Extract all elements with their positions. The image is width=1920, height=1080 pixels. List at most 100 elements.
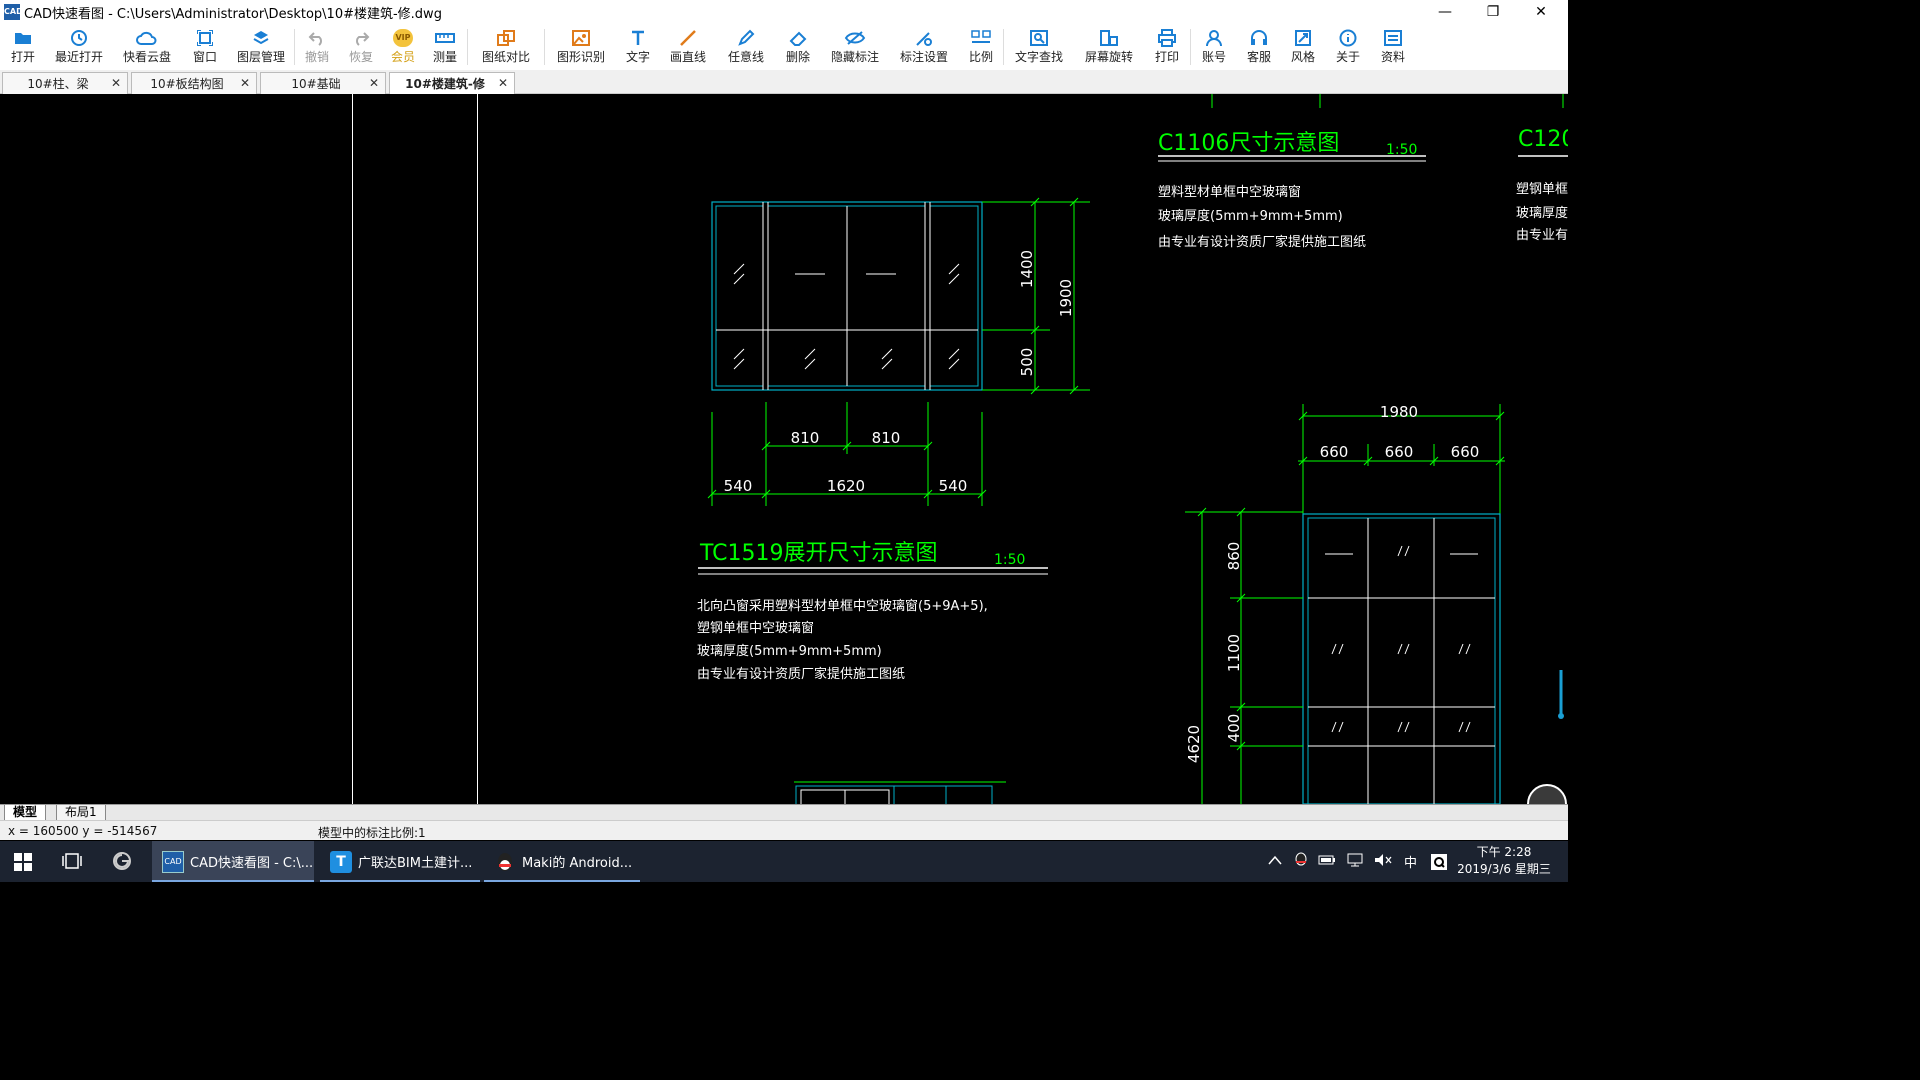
dim-1900: 1900: [1057, 279, 1075, 317]
account-label: 账号: [1201, 50, 1226, 64]
cad-app-icon: CAD: [162, 850, 184, 873]
redo-button[interactable]: 恢复: [339, 24, 383, 70]
tray-expand-icon[interactable]: [1268, 854, 1282, 869]
delete-button[interactable]: 删除: [775, 24, 821, 70]
scale-button[interactable]: 比例: [959, 24, 1003, 70]
about-button[interactable]: 关于: [1325, 24, 1371, 70]
hide-dim-button[interactable]: 隐藏标注: [821, 24, 889, 70]
resources-label: 资料: [1380, 50, 1405, 64]
app-icon: CAD: [4, 4, 23, 20]
window-label: 窗口: [192, 50, 217, 64]
cad-drawing: 1400 500 1900 810 810 540 1620 540 TC151…: [352, 94, 1594, 807]
minimize-button[interactable]: —: [1422, 0, 1468, 24]
taskbar-item-bim[interactable]: T 广联达BIM土建计...: [320, 841, 480, 882]
ime-mode-icon[interactable]: [1431, 853, 1448, 870]
tab-model[interactable]: 模型: [4, 805, 47, 821]
line-button[interactable]: 画直线: [659, 24, 717, 70]
ime-indicator[interactable]: 中: [1404, 852, 1417, 871]
tab-foundation[interactable]: 10#基础 ✕: [260, 72, 386, 94]
active-indicator: [484, 880, 640, 882]
c1106-note-2: 玻璃厚度(5mm+9mm+5mm): [1158, 208, 1343, 224]
resources-button[interactable]: 资料: [1371, 24, 1415, 70]
dim-660-b: 660: [1385, 443, 1414, 461]
recent-button[interactable]: 最近打开: [46, 24, 112, 70]
undo-button[interactable]: 撤销: [295, 24, 339, 70]
eye-hide-icon: [844, 28, 866, 48]
maximize-button[interactable]: ❐: [1470, 0, 1516, 24]
freeline-button[interactable]: 任意线: [717, 24, 775, 70]
dim-810-left: 810: [791, 429, 820, 447]
text-button[interactable]: 文字: [617, 24, 659, 70]
text-search-button[interactable]: 文字查找: [1004, 24, 1074, 70]
taskbar-item-cad[interactable]: CAD CAD快速看图 - C:\...: [152, 841, 314, 882]
battery-icon[interactable]: [1318, 854, 1336, 870]
pencil-icon: [737, 28, 755, 48]
scale-label: 比例: [968, 50, 993, 64]
browser-icon[interactable]: [112, 851, 132, 875]
measure-button[interactable]: 测量: [423, 24, 467, 70]
layers-button[interactable]: 图层管理: [228, 24, 294, 70]
cursor-coordinates: x = 160500 y = -514567: [8, 824, 158, 838]
account-button[interactable]: 账号: [1191, 24, 1237, 70]
layers-icon: [252, 28, 270, 48]
qq-icon: [494, 851, 516, 873]
c1106-note-3: 由专业有设计资质厂家提供施工图纸: [1158, 234, 1366, 250]
tab-label: 10#柱、梁: [27, 77, 89, 91]
image-recognize-icon: [571, 28, 591, 48]
open-button[interactable]: 打开: [0, 24, 46, 70]
tab-close-icon[interactable]: ✕: [369, 76, 379, 90]
scroll-handle[interactable]: [1558, 713, 1564, 719]
text-search-label: 文字查找: [1014, 50, 1063, 64]
tab-close-icon[interactable]: ✕: [240, 76, 250, 90]
dim-400: 400: [1225, 714, 1243, 743]
c120-note-1: 塑钢单框中: [1516, 182, 1568, 197]
rotate-button[interactable]: 屏幕旋转: [1074, 24, 1144, 70]
text-label: 文字: [625, 50, 650, 64]
service-label: 客服: [1246, 50, 1271, 64]
vip-button[interactable]: VIP 会员: [383, 24, 423, 70]
status-bar: x = 160500 y = -514567 模型中的标注比例:1: [0, 820, 1568, 840]
tray-qq-icon[interactable]: [1294, 852, 1308, 872]
task-view-icon[interactable]: [62, 852, 82, 874]
cloud-icon: [136, 28, 158, 48]
dim-settings-button[interactable]: 标注设置: [889, 24, 959, 70]
cloud-button[interactable]: 快看云盘: [112, 24, 182, 70]
tab-close-icon[interactable]: ✕: [111, 76, 121, 90]
vip-badge: VIP: [393, 29, 413, 47]
window-icon: [197, 28, 213, 48]
service-button[interactable]: 客服: [1237, 24, 1281, 70]
taskbar-label: Maki的 Android...: [522, 856, 633, 871]
tab-slab-structure[interactable]: 10#板结构图 ✕: [131, 72, 257, 94]
c120-note-3: 由专业有设计: [1516, 228, 1568, 243]
dim-540-right: 540: [939, 477, 968, 495]
print-button[interactable]: 打印: [1144, 24, 1190, 70]
tc1519-note-4: 由专业有设计资质厂家提供施工图纸: [697, 666, 905, 682]
network-icon[interactable]: [1346, 853, 1364, 871]
windows-start-icon[interactable]: [14, 853, 32, 871]
recognize-button[interactable]: 图形识别: [545, 24, 617, 70]
recognize-label: 图形识别: [556, 50, 605, 64]
taskbar-item-qq[interactable]: Maki的 Android...: [484, 841, 640, 882]
measure-label: 测量: [432, 50, 457, 64]
tab-columns-beams[interactable]: 10#柱、梁 ✕: [2, 72, 128, 94]
clock-icon: [70, 28, 88, 48]
folder-icon: [14, 28, 32, 48]
window-button[interactable]: 窗口: [182, 24, 228, 70]
tab-layout1[interactable]: 布局1: [56, 805, 106, 821]
cloud-label: 快看云盘: [122, 50, 171, 64]
drawing-canvas[interactable]: 1400 500 1900 810 810 540 1620 540 TC151…: [0, 94, 1594, 807]
volume-muted-icon[interactable]: [1374, 853, 1392, 871]
partial-window-bottom: [794, 781, 1006, 807]
style-button[interactable]: 风格: [1281, 24, 1325, 70]
active-indicator: [152, 880, 314, 882]
compare-icon: [496, 28, 516, 48]
system-clock[interactable]: 下午 2:28 2019/3/6 星期三: [1452, 844, 1556, 878]
dim-810-right: 810: [872, 429, 901, 447]
about-label: 关于: [1335, 50, 1360, 64]
tab-close-icon[interactable]: ✕: [498, 76, 508, 90]
redo-icon: [352, 28, 370, 48]
style-icon: [1294, 28, 1312, 48]
tab-architecture-active[interactable]: 10#楼建筑-修 ✕: [389, 72, 515, 94]
close-button[interactable]: ✕: [1518, 0, 1564, 24]
compare-button[interactable]: 图纸对比: [468, 24, 544, 70]
